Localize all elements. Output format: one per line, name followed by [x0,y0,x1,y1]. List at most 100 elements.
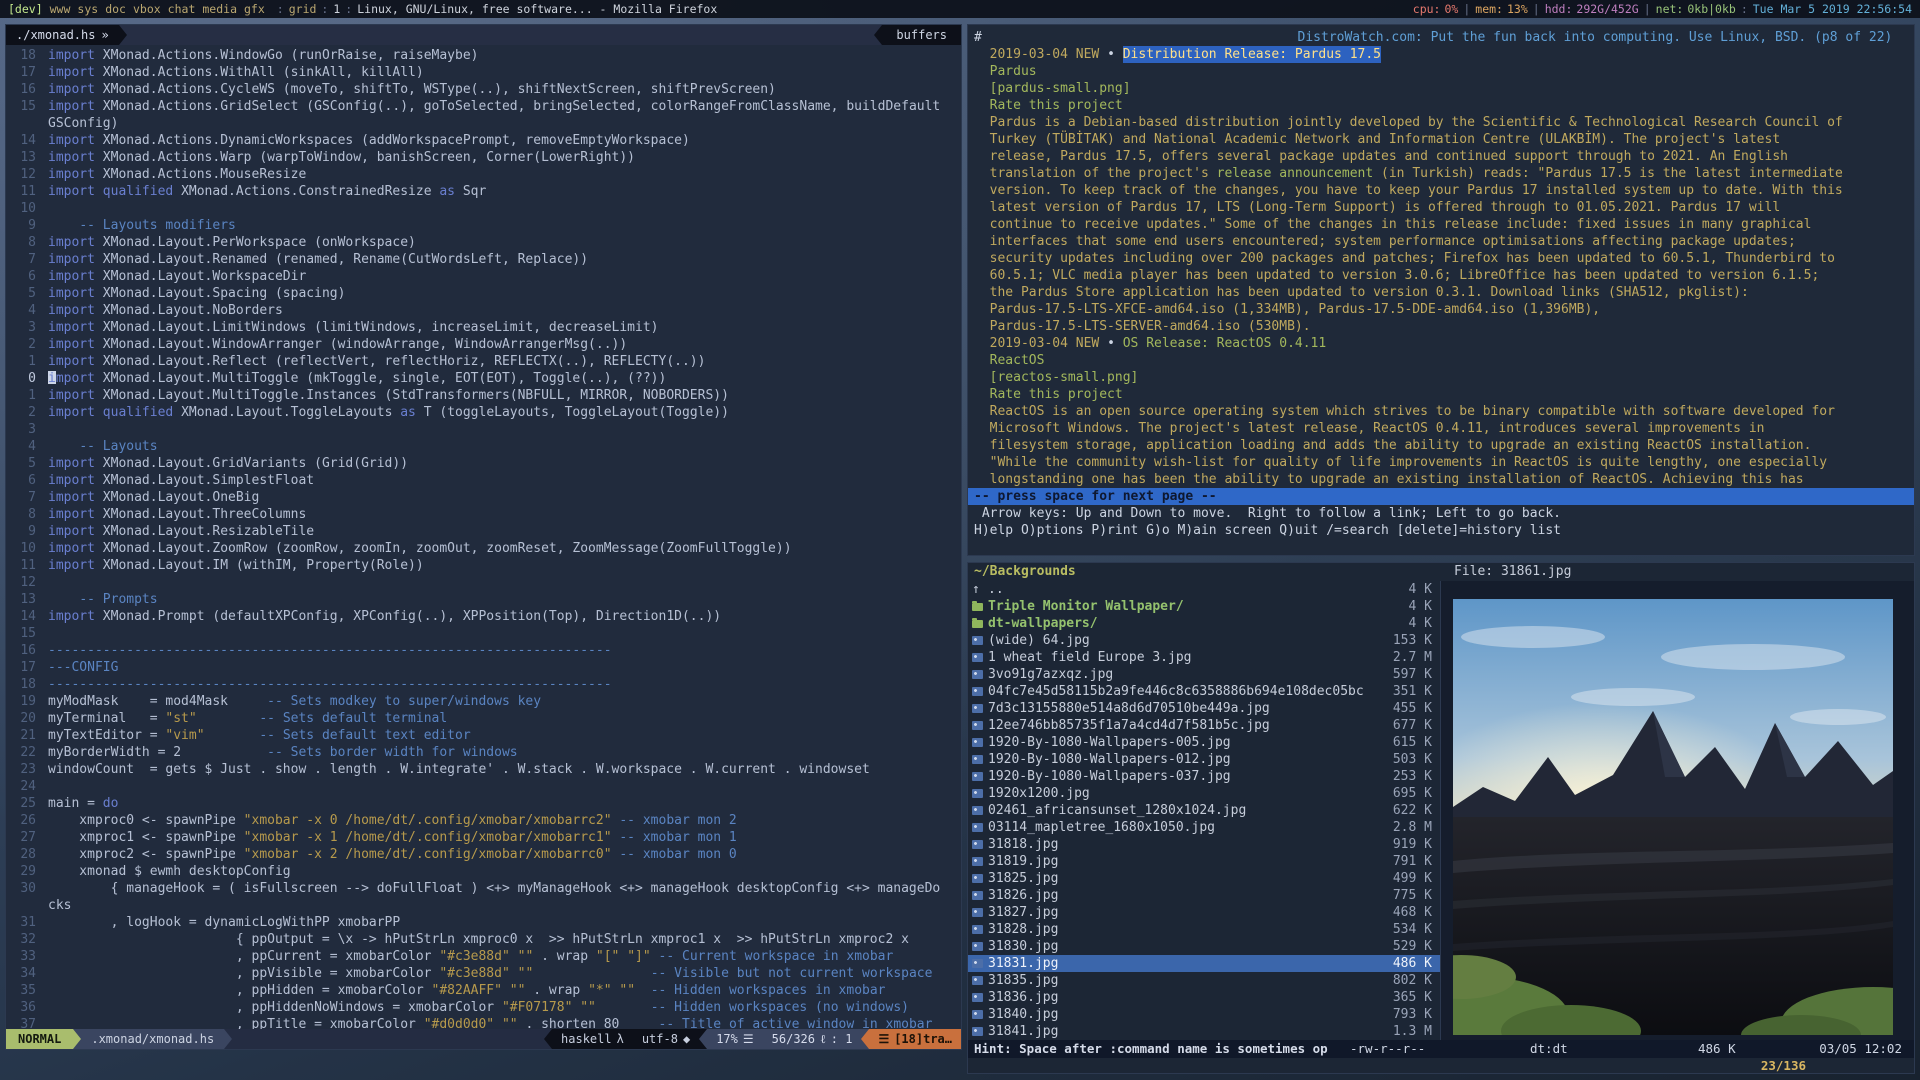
code-line[interactable]: 34 , ppVisible = xmobarColor "#c3e88d" "… [6,965,961,982]
link[interactable]: Rate this project [974,97,1123,114]
code-line[interactable]: 2import XMonad.Layout.WindowArranger (wi… [6,336,961,353]
code-line[interactable]: 15import XMonad.Actions.GridSelect (GSCo… [6,98,961,115]
code-line[interactable]: 26 xmproc0 <- spawnPipe "xmobar -x 0 /ho… [6,812,961,829]
code-line[interactable]: 36 , ppHiddenNoWindows = xmobarColor "#F… [6,999,961,1016]
workspace-www[interactable]: www [50,2,71,16]
workspace-doc[interactable]: doc [105,2,126,16]
file-row[interactable]: 1 wheat field Europe 3.jpg2.7 M [968,649,1440,666]
file-row[interactable]: 1920-By-1080-Wallpapers-005.jpg615 K [968,734,1440,751]
code-line[interactable]: 19myModMask = mod4Mask -- Sets modkey to… [6,693,961,710]
code-line[interactable]: 11import qualified XMonad.Actions.Constr… [6,183,961,200]
file-row[interactable]: dt-wallpapers/4 K [968,615,1440,632]
code-line[interactable]: 2import qualified XMonad.Layout.ToggleLa… [6,404,961,421]
link[interactable]: OS Release: ReactOS 0.4.11 [1123,335,1327,352]
code-line[interactable]: 13 -- Prompts [6,591,961,608]
file-row[interactable]: 1920x1200.jpg695 K [968,785,1440,802]
file-row[interactable]: 31828.jpg534 K [968,921,1440,938]
code-line[interactable]: 29 xmonad $ ewmh desktopConfig [6,863,961,880]
code-line[interactable]: 25main = do [6,795,961,812]
code-line[interactable]: 14import XMonad.Actions.DynamicWorkspace… [6,132,961,149]
code-line[interactable]: 7import XMonad.Layout.OneBig [6,489,961,506]
code-line[interactable]: 30 { manageHook = ( isFullscreen --> doF… [6,880,961,897]
file-row[interactable]: 03114_mapletree_1680x1050.jpg2.8 M [968,819,1440,836]
link[interactable]: [reactos-small.png] [974,369,1138,386]
code-line[interactable]: 1import XMonad.Layout.MultiToggle.Instan… [6,387,961,404]
file-row[interactable]: 31840.jpg793 K [968,1006,1440,1023]
code-line[interactable]: 6import XMonad.Layout.WorkspaceDir [6,268,961,285]
code-line[interactable]: cks [6,897,961,914]
code-line[interactable]: 11import XMonad.Layout.IM (withIM, Prope… [6,557,961,574]
buffers-label[interactable]: buffers [882,25,961,45]
code-line[interactable]: 8import XMonad.Layout.ThreeColumns [6,506,961,523]
link[interactable]: ReactOS [974,352,1044,369]
link[interactable]: [pardus-small.png] [974,80,1131,97]
file-row[interactable]: 02461_africansunset_1280x1024.jpg622 K [968,802,1440,819]
code-line[interactable]: 5import XMonad.Layout.GridVariants (Grid… [6,455,961,472]
link[interactable]: Distribution Release: Pardus 17.5 [1123,46,1381,63]
code-line[interactable]: 4 -- Layouts [6,438,961,455]
code-line[interactable]: GSConfig) [6,115,961,132]
code-line[interactable]: 3import XMonad.Layout.LimitWindows (limi… [6,319,961,336]
layout-indicator[interactable]: grid [289,2,317,16]
workspace-gfx[interactable]: gfx [244,2,265,16]
workspace-sys[interactable]: sys [77,2,98,16]
code-line[interactable]: 16--------------------------------------… [6,642,961,659]
link[interactable]: release announcement [1217,165,1374,182]
tab-xmonad-hs[interactable]: ./xmonad.hs » [6,25,119,45]
file-row[interactable]: 31827.jpg468 K [968,904,1440,921]
code-line[interactable]: 14import XMonad.Prompt (defaultXPConfig,… [6,608,961,625]
file-row[interactable]: 31818.jpg919 K [968,836,1440,853]
code-line[interactable]: 4import XMonad.Layout.NoBorders [6,302,961,319]
code-line[interactable]: 31 , logHook = dynamicLogWithPP xmobarPP [6,914,961,931]
code-line[interactable]: 0import XMonad.Layout.MultiToggle (mkTog… [6,370,961,387]
code-line[interactable]: 13import XMonad.Actions.Warp (warpToWind… [6,149,961,166]
code-line[interactable]: 28 xmproc2 <- spawnPipe "xmobar -x 2 /ho… [6,846,961,863]
code-line[interactable]: 24 [6,778,961,795]
code-line[interactable]: 32 { ppOutput = \x -> hPutStrLn xmproc0 … [6,931,961,948]
code-line[interactable]: 21myTextEditor = "vim" -- Sets default t… [6,727,961,744]
file-row[interactable]: 04fc7e45d58115b2a9fe446c8c6358886b694e10… [968,683,1440,700]
code-line[interactable]: 15 [6,625,961,642]
file-row[interactable]: 3vo91g7azxqz.jpg597 K [968,666,1440,683]
file-row[interactable]: 31836.jpg365 K [968,989,1440,1006]
file-row[interactable]: 31825.jpg499 K [968,870,1440,887]
file-row[interactable]: ↑..4 K [968,581,1440,598]
code-line[interactable]: 16import XMonad.Actions.CycleWS (moveTo,… [6,81,961,98]
workspace-vbox[interactable]: vbox [133,2,161,16]
file-row[interactable]: (wide) 64.jpg153 K [968,632,1440,649]
code-line[interactable]: 23windowCount = gets $ Just . show . len… [6,761,961,778]
code-line[interactable]: 27 xmproc1 <- spawnPipe "xmobar -x 1 /ho… [6,829,961,846]
code-line[interactable]: 18--------------------------------------… [6,676,961,693]
file-row[interactable]: 1920-By-1080-Wallpapers-012.jpg503 K [968,751,1440,768]
code-line[interactable]: 3 [6,421,961,438]
code-line[interactable]: 1import XMonad.Layout.Reflect (reflectVe… [6,353,961,370]
code-line[interactable]: 8import XMonad.Layout.PerWorkspace (onWo… [6,234,961,251]
link[interactable]: Pardus [974,63,1037,80]
code-line[interactable]: 9import XMonad.Layout.ResizableTile [6,523,961,540]
code-line[interactable]: 22myBorderWidth = 2 -- Sets border width… [6,744,961,761]
code-line[interactable]: 5import XMonad.Layout.Spacing (spacing) [6,285,961,302]
code-line[interactable]: 7import XMonad.Layout.Renamed (renamed, … [6,251,961,268]
file-row[interactable]: 31841.jpg1.3 M [968,1023,1440,1040]
code-line[interactable]: 35 , ppHidden = xmobarColor "#82AAFF" ""… [6,982,961,999]
code-line[interactable]: 10 [6,200,961,217]
workspace-media[interactable]: media [202,2,237,16]
code-line[interactable]: 17---CONFIG [6,659,961,676]
code-line[interactable]: 9 -- Layouts modifiers [6,217,961,234]
file-row[interactable]: 31826.jpg775 K [968,887,1440,904]
file-row[interactable]: Triple Monitor Wallpaper/4 K [968,598,1440,615]
code-line[interactable]: 37 , ppTitle = xmobarColor "#d0d0d0" "" … [6,1016,961,1029]
link[interactable]: Rate this project [974,386,1123,403]
file-row[interactable]: 31830.jpg529 K [968,938,1440,955]
code-line[interactable]: 33 , ppCurrent = xmobarColor "#c3e88d" "… [6,948,961,965]
code-line[interactable]: 18import XMonad.Actions.WindowGo (runOrR… [6,47,961,64]
current-directory[interactable]: ~/Backgrounds [974,563,1076,581]
file-row[interactable]: 31819.jpg791 K [968,853,1440,870]
file-row[interactable]: 31835.jpg802 K [968,972,1440,989]
workspace-chat[interactable]: chat [168,2,196,16]
code-line[interactable]: 6import XMonad.Layout.SimplestFloat [6,472,961,489]
file-row[interactable]: 1920-By-1080-Wallpapers-037.jpg253 K [968,768,1440,785]
code-line[interactable]: 10import XMonad.Layout.ZoomRow (zoomRow,… [6,540,961,557]
file-row[interactable]: 7d3c13155880e514a8d6d70510be449a.jpg455 … [968,700,1440,717]
file-row[interactable]: 31831.jpg486 K [968,955,1440,972]
